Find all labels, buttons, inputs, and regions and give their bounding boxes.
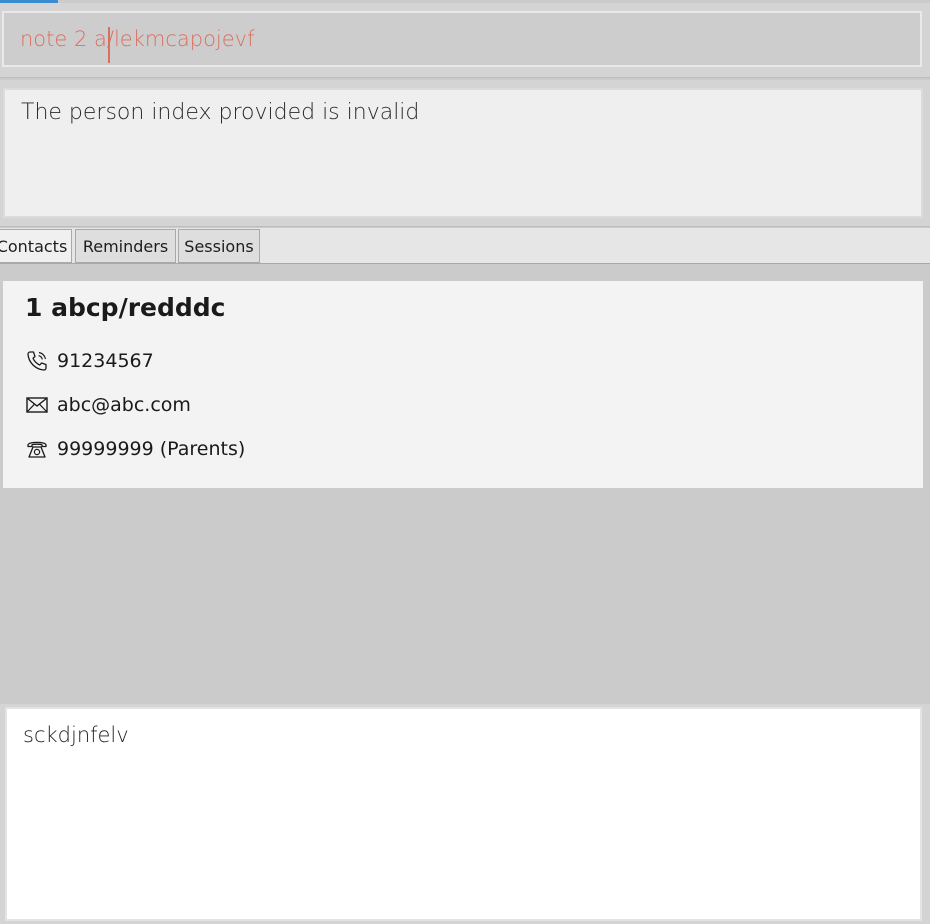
tab-sessions-label: Sessions	[184, 237, 254, 256]
parent-phone-row: 99999999 (Parents)	[25, 436, 245, 462]
command-box-area	[0, 3, 930, 78]
phone-icon	[25, 349, 49, 373]
tab-sessions[interactable]: Sessions	[178, 229, 260, 263]
tab-bar: Contacts Reminders Sessions	[0, 228, 930, 264]
telephone-icon	[25, 437, 49, 461]
result-display-area: The person index provided is invalid	[0, 80, 930, 227]
envelope-icon	[25, 393, 49, 417]
notes-area: sckdjnfelv	[0, 704, 930, 924]
tab-contacts-label: Contacts	[0, 237, 68, 256]
person-card[interactable]: 1 abcp/redddc 91234567 abc@abc.com 99999…	[3, 281, 923, 488]
parent-phone-number: 99999999 (Parents)	[57, 438, 246, 460]
person-list-panel[interactable]: 1 abcp/redddc 91234567 abc@abc.com 99999…	[0, 264, 930, 704]
text-caret	[108, 27, 110, 63]
tab-contacts[interactable]: Contacts	[0, 229, 72, 263]
notes-text-area[interactable]: sckdjnfelv	[5, 707, 922, 921]
command-input[interactable]	[2, 11, 922, 67]
email-address: abc@abc.com	[57, 394, 191, 416]
phone-number: 91234567	[57, 350, 154, 372]
email-row: abc@abc.com	[25, 392, 191, 418]
result-message: The person index provided is invalid	[3, 88, 923, 218]
tab-reminders[interactable]: Reminders	[75, 229, 176, 263]
person-name: 1 abcp/redddc	[25, 293, 226, 322]
phone-row: 91234567	[25, 348, 154, 374]
tab-reminders-label: Reminders	[82, 237, 169, 256]
